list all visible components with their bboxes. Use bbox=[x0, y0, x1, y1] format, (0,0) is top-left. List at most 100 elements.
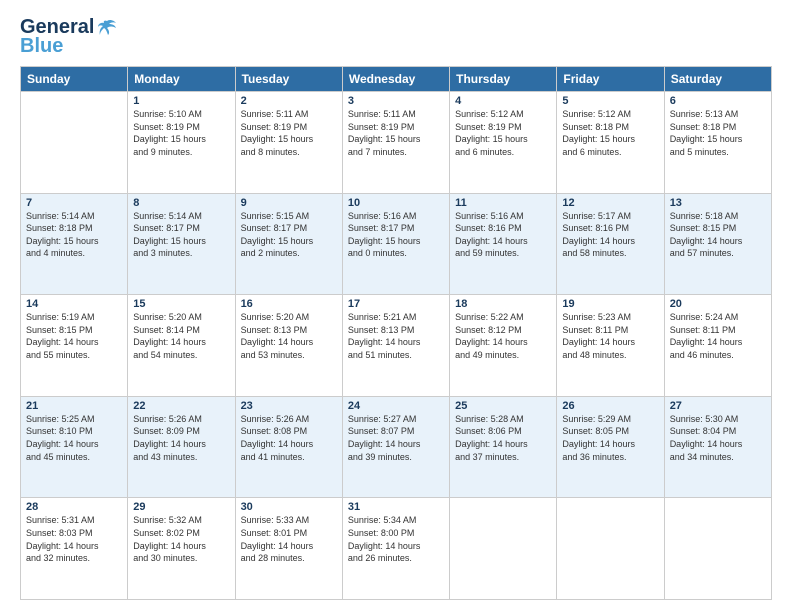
day-number: 22 bbox=[133, 400, 229, 412]
day-info: Sunrise: 5:28 AMSunset: 8:06 PMDaylight:… bbox=[455, 413, 551, 463]
day-info: Sunrise: 5:20 AMSunset: 8:13 PMDaylight:… bbox=[241, 311, 337, 361]
day-cell: 21Sunrise: 5:25 AMSunset: 8:10 PMDayligh… bbox=[21, 396, 128, 498]
day-number: 4 bbox=[455, 95, 551, 107]
weekday-header-monday: Monday bbox=[128, 67, 235, 92]
day-number: 15 bbox=[133, 298, 229, 310]
day-info: Sunrise: 5:32 AMSunset: 8:02 PMDaylight:… bbox=[133, 514, 229, 564]
day-number: 12 bbox=[562, 197, 658, 209]
day-cell: 11Sunrise: 5:16 AMSunset: 8:16 PMDayligh… bbox=[450, 193, 557, 295]
day-number: 2 bbox=[241, 95, 337, 107]
day-info: Sunrise: 5:16 AMSunset: 8:16 PMDaylight:… bbox=[455, 210, 551, 260]
day-info: Sunrise: 5:12 AMSunset: 8:19 PMDaylight:… bbox=[455, 108, 551, 158]
day-cell: 8Sunrise: 5:14 AMSunset: 8:17 PMDaylight… bbox=[128, 193, 235, 295]
day-info: Sunrise: 5:19 AMSunset: 8:15 PMDaylight:… bbox=[26, 311, 122, 361]
day-cell: 22Sunrise: 5:26 AMSunset: 8:09 PMDayligh… bbox=[128, 396, 235, 498]
day-number: 7 bbox=[26, 197, 122, 209]
day-number: 27 bbox=[670, 400, 766, 412]
day-cell bbox=[21, 92, 128, 194]
weekday-header-row: SundayMondayTuesdayWednesdayThursdayFrid… bbox=[21, 67, 772, 92]
day-info: Sunrise: 5:26 AMSunset: 8:08 PMDaylight:… bbox=[241, 413, 337, 463]
day-cell bbox=[450, 498, 557, 600]
day-info: Sunrise: 5:21 AMSunset: 8:13 PMDaylight:… bbox=[348, 311, 444, 361]
day-info: Sunrise: 5:23 AMSunset: 8:11 PMDaylight:… bbox=[562, 311, 658, 361]
day-info: Sunrise: 5:18 AMSunset: 8:15 PMDaylight:… bbox=[670, 210, 766, 260]
day-number: 1 bbox=[133, 95, 229, 107]
day-cell: 17Sunrise: 5:21 AMSunset: 8:13 PMDayligh… bbox=[342, 295, 449, 397]
day-cell: 12Sunrise: 5:17 AMSunset: 8:16 PMDayligh… bbox=[557, 193, 664, 295]
day-cell: 19Sunrise: 5:23 AMSunset: 8:11 PMDayligh… bbox=[557, 295, 664, 397]
day-info: Sunrise: 5:31 AMSunset: 8:03 PMDaylight:… bbox=[26, 514, 122, 564]
day-cell: 14Sunrise: 5:19 AMSunset: 8:15 PMDayligh… bbox=[21, 295, 128, 397]
day-info: Sunrise: 5:33 AMSunset: 8:01 PMDaylight:… bbox=[241, 514, 337, 564]
day-cell: 23Sunrise: 5:26 AMSunset: 8:08 PMDayligh… bbox=[235, 396, 342, 498]
day-number: 30 bbox=[241, 501, 337, 513]
day-number: 26 bbox=[562, 400, 658, 412]
day-cell: 24Sunrise: 5:27 AMSunset: 8:07 PMDayligh… bbox=[342, 396, 449, 498]
day-number: 11 bbox=[455, 197, 551, 209]
day-info: Sunrise: 5:14 AMSunset: 8:17 PMDaylight:… bbox=[133, 210, 229, 260]
day-number: 3 bbox=[348, 95, 444, 107]
day-cell: 1Sunrise: 5:10 AMSunset: 8:19 PMDaylight… bbox=[128, 92, 235, 194]
day-info: Sunrise: 5:24 AMSunset: 8:11 PMDaylight:… bbox=[670, 311, 766, 361]
day-cell: 9Sunrise: 5:15 AMSunset: 8:17 PMDaylight… bbox=[235, 193, 342, 295]
day-info: Sunrise: 5:20 AMSunset: 8:14 PMDaylight:… bbox=[133, 311, 229, 361]
day-number: 24 bbox=[348, 400, 444, 412]
day-cell: 27Sunrise: 5:30 AMSunset: 8:04 PMDayligh… bbox=[664, 396, 771, 498]
day-cell: 30Sunrise: 5:33 AMSunset: 8:01 PMDayligh… bbox=[235, 498, 342, 600]
day-cell: 13Sunrise: 5:18 AMSunset: 8:15 PMDayligh… bbox=[664, 193, 771, 295]
day-info: Sunrise: 5:26 AMSunset: 8:09 PMDaylight:… bbox=[133, 413, 229, 463]
day-info: Sunrise: 5:12 AMSunset: 8:18 PMDaylight:… bbox=[562, 108, 658, 158]
logo: General Blue bbox=[20, 16, 118, 58]
weekday-header-sunday: Sunday bbox=[21, 67, 128, 92]
day-cell: 15Sunrise: 5:20 AMSunset: 8:14 PMDayligh… bbox=[128, 295, 235, 397]
day-cell: 2Sunrise: 5:11 AMSunset: 8:19 PMDaylight… bbox=[235, 92, 342, 194]
logo-blue: Blue bbox=[20, 35, 63, 58]
day-number: 21 bbox=[26, 400, 122, 412]
day-number: 23 bbox=[241, 400, 337, 412]
day-info: Sunrise: 5:15 AMSunset: 8:17 PMDaylight:… bbox=[241, 210, 337, 260]
day-info: Sunrise: 5:10 AMSunset: 8:19 PMDaylight:… bbox=[133, 108, 229, 158]
day-cell: 25Sunrise: 5:28 AMSunset: 8:06 PMDayligh… bbox=[450, 396, 557, 498]
week-row-3: 14Sunrise: 5:19 AMSunset: 8:15 PMDayligh… bbox=[21, 295, 772, 397]
day-cell: 29Sunrise: 5:32 AMSunset: 8:02 PMDayligh… bbox=[128, 498, 235, 600]
week-row-1: 1Sunrise: 5:10 AMSunset: 8:19 PMDaylight… bbox=[21, 92, 772, 194]
weekday-header-thursday: Thursday bbox=[450, 67, 557, 92]
day-info: Sunrise: 5:11 AMSunset: 8:19 PMDaylight:… bbox=[348, 108, 444, 158]
day-info: Sunrise: 5:13 AMSunset: 8:18 PMDaylight:… bbox=[670, 108, 766, 158]
day-number: 25 bbox=[455, 400, 551, 412]
day-number: 13 bbox=[670, 197, 766, 209]
day-cell: 10Sunrise: 5:16 AMSunset: 8:17 PMDayligh… bbox=[342, 193, 449, 295]
day-cell: 7Sunrise: 5:14 AMSunset: 8:18 PMDaylight… bbox=[21, 193, 128, 295]
day-info: Sunrise: 5:14 AMSunset: 8:18 PMDaylight:… bbox=[26, 210, 122, 260]
day-cell: 16Sunrise: 5:20 AMSunset: 8:13 PMDayligh… bbox=[235, 295, 342, 397]
weekday-header-friday: Friday bbox=[557, 67, 664, 92]
week-row-4: 21Sunrise: 5:25 AMSunset: 8:10 PMDayligh… bbox=[21, 396, 772, 498]
day-number: 6 bbox=[670, 95, 766, 107]
page: General Blue SundayMondayTuesdayWednesda… bbox=[0, 0, 792, 612]
day-number: 8 bbox=[133, 197, 229, 209]
day-cell: 18Sunrise: 5:22 AMSunset: 8:12 PMDayligh… bbox=[450, 295, 557, 397]
week-row-2: 7Sunrise: 5:14 AMSunset: 8:18 PMDaylight… bbox=[21, 193, 772, 295]
day-cell: 26Sunrise: 5:29 AMSunset: 8:05 PMDayligh… bbox=[557, 396, 664, 498]
header: General Blue bbox=[20, 16, 772, 58]
day-cell: 5Sunrise: 5:12 AMSunset: 8:18 PMDaylight… bbox=[557, 92, 664, 194]
day-number: 28 bbox=[26, 501, 122, 513]
day-info: Sunrise: 5:25 AMSunset: 8:10 PMDaylight:… bbox=[26, 413, 122, 463]
day-number: 16 bbox=[241, 298, 337, 310]
day-number: 10 bbox=[348, 197, 444, 209]
day-number: 18 bbox=[455, 298, 551, 310]
day-number: 9 bbox=[241, 197, 337, 209]
logo-bird-icon bbox=[96, 17, 118, 39]
day-cell: 28Sunrise: 5:31 AMSunset: 8:03 PMDayligh… bbox=[21, 498, 128, 600]
day-number: 17 bbox=[348, 298, 444, 310]
day-info: Sunrise: 5:30 AMSunset: 8:04 PMDaylight:… bbox=[670, 413, 766, 463]
day-info: Sunrise: 5:16 AMSunset: 8:17 PMDaylight:… bbox=[348, 210, 444, 260]
day-cell bbox=[664, 498, 771, 600]
day-info: Sunrise: 5:22 AMSunset: 8:12 PMDaylight:… bbox=[455, 311, 551, 361]
day-number: 29 bbox=[133, 501, 229, 513]
day-cell: 4Sunrise: 5:12 AMSunset: 8:19 PMDaylight… bbox=[450, 92, 557, 194]
day-cell: 3Sunrise: 5:11 AMSunset: 8:19 PMDaylight… bbox=[342, 92, 449, 194]
day-cell: 20Sunrise: 5:24 AMSunset: 8:11 PMDayligh… bbox=[664, 295, 771, 397]
calendar-table: SundayMondayTuesdayWednesdayThursdayFrid… bbox=[20, 66, 772, 600]
day-number: 20 bbox=[670, 298, 766, 310]
